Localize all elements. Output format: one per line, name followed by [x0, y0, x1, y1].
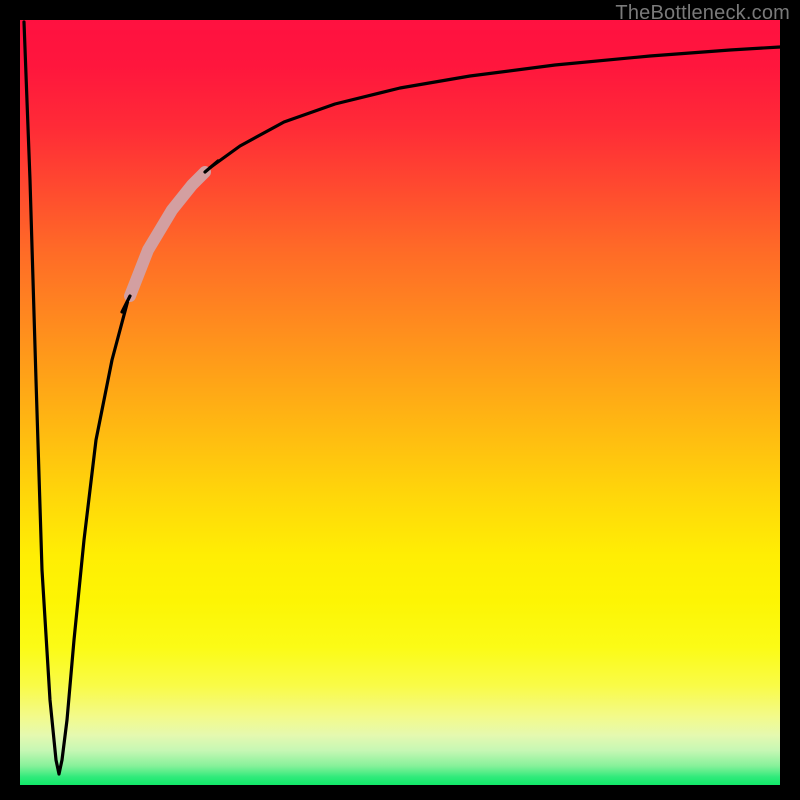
highlight-segment	[130, 172, 205, 296]
curve-overlay	[0, 0, 800, 800]
watermark: TheBottleneck.com	[615, 2, 790, 25]
chart-frame: TheBottleneck.com	[0, 0, 800, 800]
bottleneck-curve	[24, 22, 780, 774]
